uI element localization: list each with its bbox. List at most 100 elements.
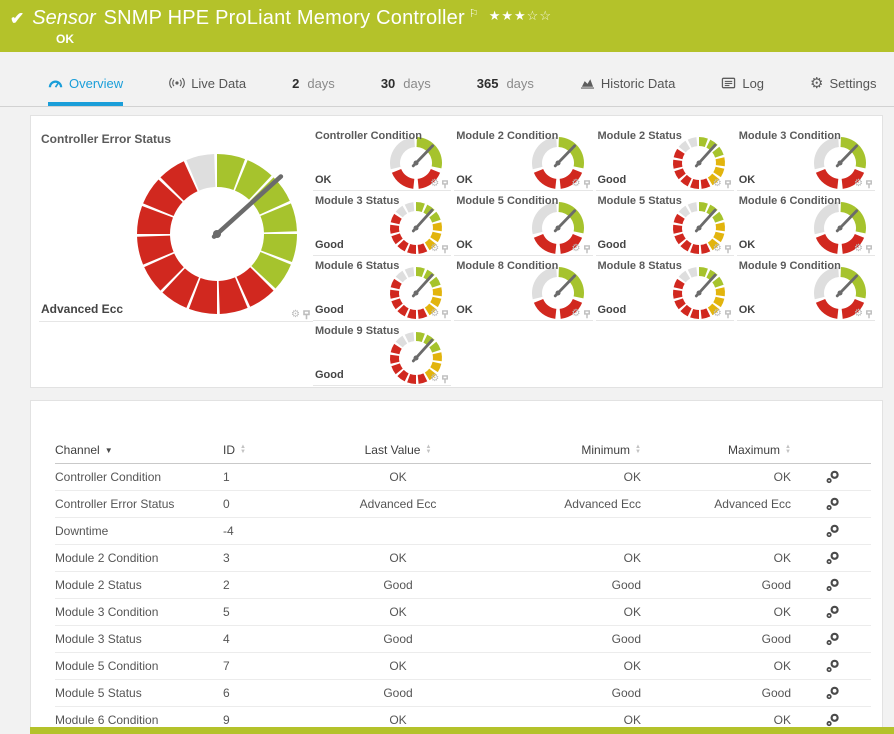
- cell-minimum: Good: [473, 679, 641, 707]
- cell-maximum: [641, 517, 791, 545]
- tab-historic-data[interactable]: Historic Data: [580, 62, 675, 106]
- gauge-tile[interactable]: Module 2 Condition OK ⚙: [454, 126, 593, 191]
- channel-settings-icon[interactable]: [825, 550, 841, 566]
- tab-log[interactable]: Log: [721, 62, 764, 106]
- gauge-tile[interactable]: Module 8 Status Good ⚙: [595, 256, 734, 321]
- sort-icon: ▲ ▼: [635, 444, 641, 456]
- table-row: Downtime -4: [55, 517, 871, 545]
- tile-gear-icon[interactable]: ⚙: [572, 244, 581, 254]
- tile-pin-icon[interactable]: [583, 244, 591, 254]
- tile-pin-icon[interactable]: [583, 179, 591, 189]
- column-header-channel[interactable]: Channel ▼: [55, 437, 223, 464]
- tile-gear-icon[interactable]: ⚙: [854, 309, 863, 319]
- channel-settings-icon[interactable]: [825, 496, 841, 512]
- gauge-value: Good: [597, 304, 627, 316]
- tile-gear-icon[interactable]: ⚙: [291, 310, 300, 320]
- tile-pin-icon[interactable]: [583, 309, 591, 319]
- channel-settings-icon[interactable]: [825, 658, 841, 674]
- channel-settings-icon[interactable]: [825, 577, 841, 593]
- tab-365-days[interactable]: 365 days: [477, 62, 534, 106]
- status-check-icon: ✔: [10, 9, 25, 28]
- cell-minimum: OK: [473, 598, 641, 626]
- tile-pin-icon[interactable]: [865, 179, 873, 189]
- gauge-tile[interactable]: Module 3 Condition OK ⚙: [736, 126, 875, 191]
- gauge-value: OK: [738, 174, 756, 186]
- object-kind-label: Sensor: [32, 7, 96, 29]
- gauge-title: Controller Condition: [315, 130, 422, 142]
- cell-maximum: OK: [641, 544, 791, 572]
- channel-settings-icon[interactable]: [825, 469, 841, 485]
- priority-stars[interactable]: ★★★☆☆: [489, 8, 552, 24]
- channel-settings-icon[interactable]: [825, 523, 841, 539]
- tab-2-days[interactable]: 2 days: [292, 62, 335, 106]
- channels-table: Channel ▼ ID ▲ ▼ Last Value ▲ ▼ Minimum ▲ ▼ Max…: [55, 437, 871, 734]
- cell-id: -4: [223, 517, 323, 545]
- gauge-tile-grid: Controller Condition OK ⚙ Module 2 Condi…: [313, 126, 878, 387]
- cell-tools: [791, 490, 871, 518]
- tile-pin-icon[interactable]: [441, 179, 449, 189]
- column-header-minimum[interactable]: Minimum ▲ ▼: [473, 437, 641, 464]
- log-icon: [722, 77, 736, 89]
- tile-gear-icon[interactable]: ⚙: [430, 179, 439, 189]
- channel-settings-icon[interactable]: [825, 685, 841, 701]
- gauge-tile[interactable]: Module 6 Condition OK ⚙: [736, 191, 875, 256]
- gauge-tile[interactable]: Module 3 Status Good ⚙: [313, 191, 452, 256]
- tile-gear-icon[interactable]: ⚙: [713, 179, 722, 189]
- tile-pin-icon[interactable]: [724, 179, 732, 189]
- tile-gear-icon[interactable]: ⚙: [854, 244, 863, 254]
- cell-id: 2: [223, 571, 323, 599]
- gauge-tile[interactable]: Module 9 Condition OK ⚙: [736, 256, 875, 321]
- cell-channel: Module 2 Status: [55, 571, 223, 599]
- gauge-title: Module 2 Status: [597, 130, 682, 142]
- tile-pin-icon[interactable]: [441, 244, 449, 254]
- tab-label: Overview: [69, 75, 124, 91]
- column-header-last-value[interactable]: Last Value ▲ ▼: [323, 437, 473, 464]
- flag-icon[interactable]: ⚐: [469, 7, 479, 20]
- tab-live-data[interactable]: Live Data: [169, 62, 246, 106]
- tile-pin-icon[interactable]: [302, 310, 311, 320]
- cell-last-value: Advanced Ecc: [323, 490, 473, 518]
- gauge-tile[interactable]: Module 5 Status Good ⚙: [595, 191, 734, 256]
- tile-gear-icon[interactable]: ⚙: [854, 179, 863, 189]
- channel-settings-icon[interactable]: [825, 712, 841, 728]
- tile-pin-icon[interactable]: [865, 244, 873, 254]
- gauge-tile[interactable]: Module 8 Condition OK ⚙: [454, 256, 593, 321]
- channel-settings-icon[interactable]: [825, 604, 841, 620]
- tile-pin-icon[interactable]: [724, 309, 732, 319]
- tab-overview[interactable]: Overview: [48, 62, 124, 106]
- sort-icon: ▲ ▼: [240, 444, 246, 456]
- column-header-id[interactable]: ID ▲ ▼: [223, 437, 323, 464]
- cell-maximum: OK: [641, 652, 791, 680]
- gauge-tile-controller-error-status[interactable]: Controller Error Status Advanced Ecc ⚙: [39, 126, 313, 322]
- sort-icon: ▲ ▼: [425, 444, 432, 456]
- table-row: Controller Condition 1 OK OK OK: [55, 463, 871, 491]
- table-row: Module 5 Condition 7 OK OK OK: [55, 652, 871, 680]
- column-header-maximum[interactable]: Maximum ▲ ▼: [641, 437, 791, 464]
- tab-30-days[interactable]: 30 days: [381, 62, 431, 106]
- tile-gear-icon[interactable]: ⚙: [572, 309, 581, 319]
- tile-gear-icon[interactable]: ⚙: [430, 374, 439, 384]
- tile-gear-icon[interactable]: ⚙: [572, 179, 581, 189]
- channel-settings-icon[interactable]: [825, 631, 841, 647]
- cell-id: 6: [223, 679, 323, 707]
- gauge-tile[interactable]: Module 2 Status Good ⚙: [595, 126, 734, 191]
- tile-pin-icon[interactable]: [724, 244, 732, 254]
- tab-settings[interactable]: ⚙ Settings: [810, 62, 876, 106]
- cell-id: 5: [223, 598, 323, 626]
- tile-pin-icon[interactable]: [441, 309, 449, 319]
- cell-id: 3: [223, 544, 323, 572]
- gauge-tile[interactable]: Module 5 Condition OK ⚙: [454, 191, 593, 256]
- gauge-title: Module 6 Condition: [738, 195, 841, 207]
- gauge-tile[interactable]: Module 9 Status Good ⚙: [313, 321, 452, 386]
- gauge-tile[interactable]: Controller Condition OK ⚙: [313, 126, 452, 191]
- cell-minimum: Advanced Ecc: [473, 490, 641, 518]
- tile-gear-icon[interactable]: ⚙: [713, 309, 722, 319]
- cell-tools: [791, 598, 871, 626]
- tile-gear-icon[interactable]: ⚙: [430, 309, 439, 319]
- cell-last-value: Good: [323, 679, 473, 707]
- tile-pin-icon[interactable]: [441, 374, 449, 384]
- tile-pin-icon[interactable]: [865, 309, 873, 319]
- tile-gear-icon[interactable]: ⚙: [430, 244, 439, 254]
- gauge-tile[interactable]: Module 6 Status Good ⚙: [313, 256, 452, 321]
- tile-gear-icon[interactable]: ⚙: [713, 244, 722, 254]
